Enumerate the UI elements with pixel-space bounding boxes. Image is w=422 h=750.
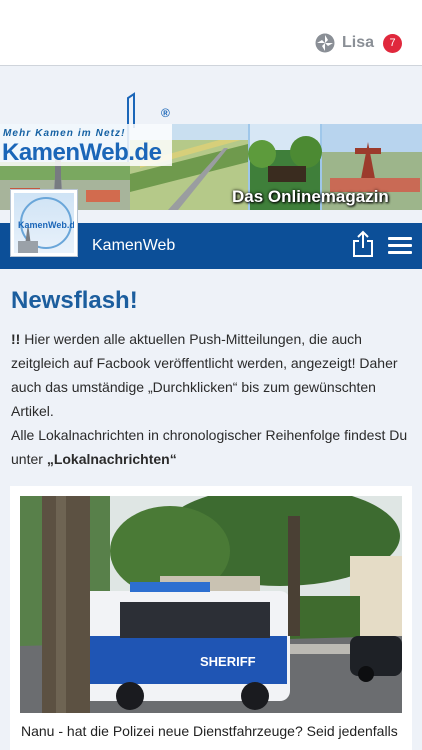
intro-line-1: Hier werden alle aktuellen Push-Mitteilu… bbox=[11, 331, 398, 419]
intro-bang: !! bbox=[11, 331, 21, 347]
banner-logo-registered: ® bbox=[161, 106, 170, 120]
nav-title: KamenWeb bbox=[92, 237, 176, 254]
share-icon[interactable] bbox=[352, 230, 374, 258]
news-card[interactable]: SHERIFF Nanu - hat die Polizei neue Dien… bbox=[10, 486, 412, 750]
user-profile[interactable]: Lisa 7 bbox=[315, 33, 402, 53]
hamburger-menu-icon[interactable] bbox=[388, 237, 412, 255]
top-bar: Lisa 7 bbox=[0, 0, 422, 66]
page-avatar: KamenWeb.de bbox=[10, 189, 78, 257]
news-card-caption[interactable]: Nanu - hat die Polizei neue Dienstfahrze… bbox=[21, 723, 398, 739]
user-name[interactable]: Lisa bbox=[342, 34, 374, 52]
intro-text: !! Hier werden alle aktuellen Push-Mitte… bbox=[11, 327, 413, 471]
page-title: Newsflash! bbox=[11, 287, 138, 314]
user-status-icon bbox=[315, 33, 335, 53]
avatar-logo-text: KamenWeb.de bbox=[18, 220, 74, 230]
lokalnachrichten-link[interactable]: „Lokalnachrichten“ bbox=[47, 451, 177, 467]
banner-logo-slogan: Mehr Kamen im Netz! bbox=[3, 128, 126, 139]
banner-tagline: Das Onlinemagazin bbox=[232, 187, 389, 206]
banner-logo-text: KamenWeb.de bbox=[2, 139, 162, 166]
notification-badge[interactable]: 7 bbox=[383, 33, 402, 53]
van-sheriff-label: SHERIFF bbox=[200, 654, 256, 669]
news-card-image[interactable]: SHERIFF bbox=[20, 496, 402, 713]
